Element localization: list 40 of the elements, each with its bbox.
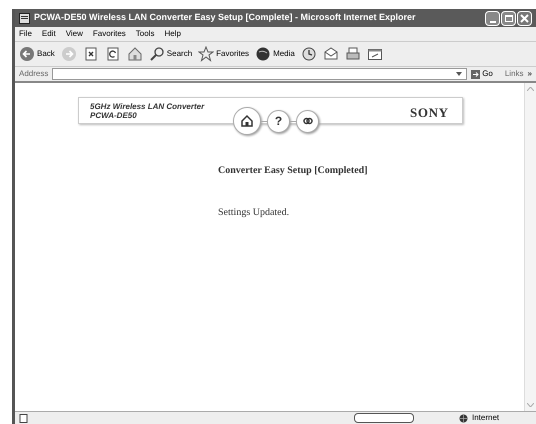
go-button[interactable]: Go <box>471 68 493 80</box>
search-icon <box>148 46 165 62</box>
security-zone: Internet <box>472 412 500 424</box>
menu-item[interactable]: Edit <box>42 28 56 40</box>
brand-logo: SONY <box>410 104 449 122</box>
refresh-icon <box>104 46 121 62</box>
go-arrow-icon <box>471 70 480 78</box>
minimize-button[interactable] <box>485 10 500 26</box>
envelope-icon <box>322 46 339 62</box>
star-icon <box>198 46 214 62</box>
back-button[interactable]: Back <box>19 44 55 64</box>
model-name: PCWA-DE50 <box>90 110 137 122</box>
window-title: PCWA-DE50 Wireless LAN Converter Easy Setup [Complete] - Microsoft Internet Explorer <box>34 11 416 24</box>
more-chevron[interactable]: » <box>528 68 532 80</box>
dropdown-icon <box>456 72 462 76</box>
favorites-button[interactable]: Favorites <box>198 44 250 64</box>
links-label[interactable]: Links <box>504 68 524 80</box>
home-icon <box>126 46 143 62</box>
menu-item[interactable]: View <box>66 28 83 40</box>
status-message: Settings Updated. <box>218 206 290 220</box>
menu-item[interactable]: Tools <box>136 28 154 40</box>
close-button[interactable] <box>517 10 532 26</box>
printer-icon <box>344 46 361 62</box>
edit-page-icon <box>366 46 383 62</box>
page-heading: Converter Easy Setup [Completed] <box>218 164 369 178</box>
clock-icon <box>300 46 317 62</box>
media-button[interactable]: Media <box>255 44 295 64</box>
product-line: 5GHz Wireless LAN Converter <box>90 101 204 112</box>
address-field[interactable] <box>52 68 468 80</box>
close-icon <box>520 14 529 22</box>
page-icon <box>19 414 28 422</box>
menu-item[interactable]: Help <box>164 28 181 40</box>
search-button[interactable]: Search <box>148 44 192 64</box>
menu-item[interactable]: File <box>19 28 32 40</box>
address-label: Address <box>19 68 48 80</box>
maximize-button[interactable] <box>501 10 516 26</box>
home-button[interactable] <box>233 107 261 135</box>
browser-icon <box>19 12 30 24</box>
stop-icon <box>82 46 99 62</box>
menu-item[interactable]: Favorites <box>92 28 126 40</box>
